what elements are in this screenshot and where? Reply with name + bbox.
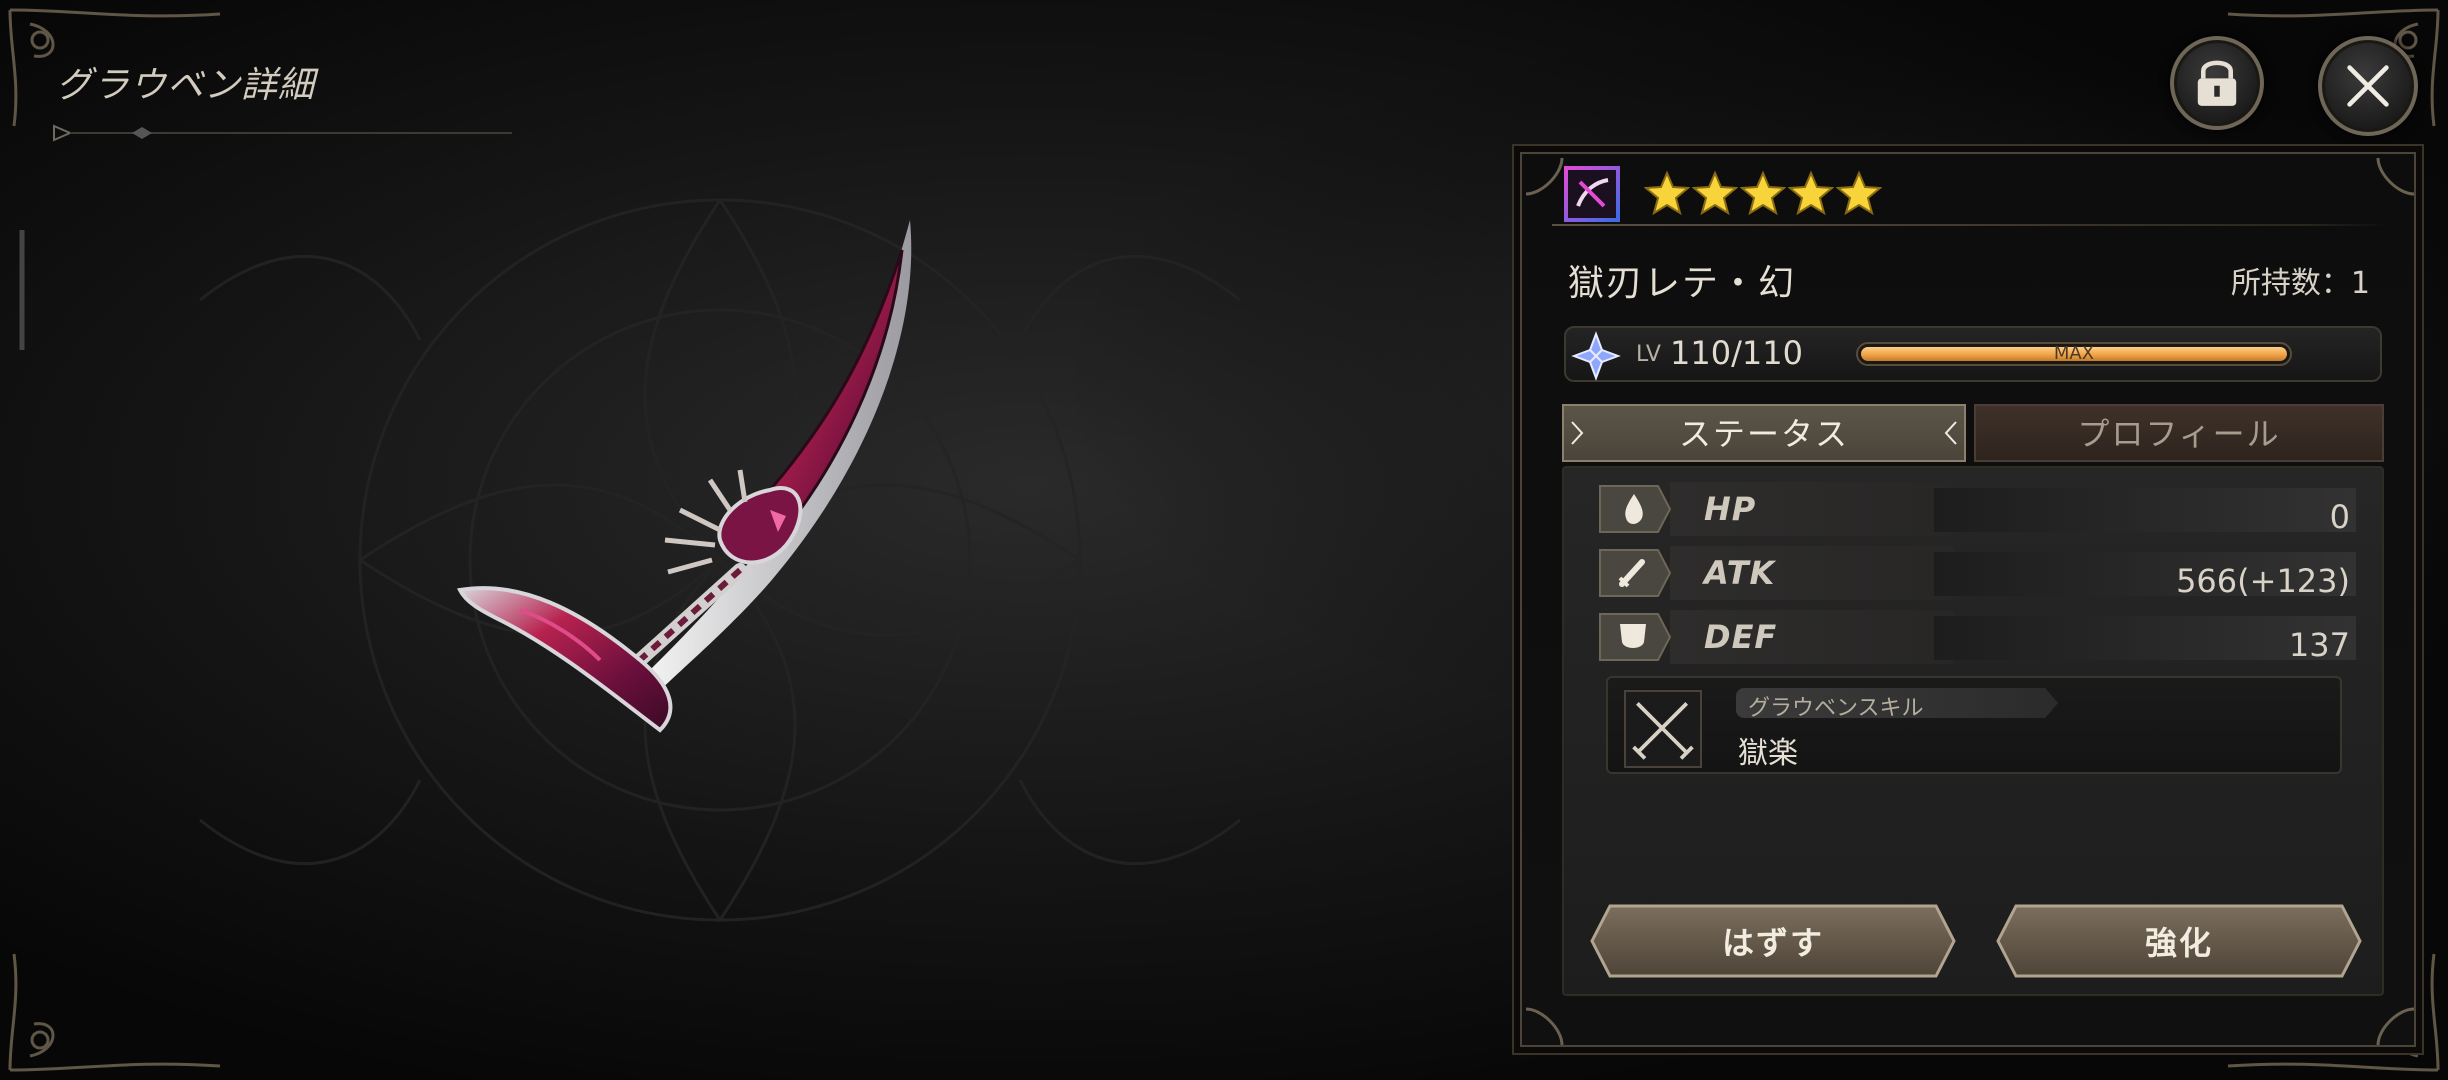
sword-icon bbox=[1599, 549, 1672, 597]
stat-value-plate: 137 bbox=[1934, 616, 2356, 664]
weapon-detail-panel: 獄刃レテ・幻 所持数：1 LV 110/110 MAX ステータス プロフィール bbox=[1520, 152, 2416, 1047]
star-icon bbox=[1692, 170, 1738, 216]
close-icon bbox=[2347, 65, 2389, 107]
level-emblem-icon bbox=[1571, 331, 1621, 381]
weapon-name: 獄刃レテ・幻 bbox=[1568, 263, 1797, 304]
stat-label-hp: HP bbox=[1704, 490, 1757, 528]
tab-status-label: ステータス bbox=[1678, 415, 1849, 453]
stat-row-hp: 0 HP bbox=[1594, 480, 2356, 536]
lock-button[interactable] bbox=[2170, 36, 2264, 130]
skill-tag-label: グラウベンスキル bbox=[1748, 696, 1924, 721]
stat-value-atk: 566(+123) bbox=[2176, 562, 2350, 600]
status-content: 0 HP 566(+123) ATK 137 DEF グラウベンスキル 獄楽 は… bbox=[1562, 466, 2384, 996]
tab-status[interactable]: ステータス bbox=[1562, 404, 1966, 462]
crossed-swords-icon bbox=[1624, 690, 1702, 768]
star-icon bbox=[1644, 170, 1690, 216]
drop-icon bbox=[1599, 485, 1672, 533]
level-bar: LV 110/110 MAX bbox=[1564, 326, 2382, 382]
stat-value-plate: 566(+123) bbox=[1934, 552, 2356, 600]
skill-tag: グラウベンスキル bbox=[1736, 688, 2058, 718]
skill-name: 獄楽 bbox=[1738, 736, 1798, 771]
tab-right-arrow-icon bbox=[1944, 421, 1957, 445]
star-icon bbox=[1788, 170, 1834, 216]
exp-progress-bar: MAX bbox=[1856, 342, 2292, 366]
star-icon bbox=[1836, 170, 1882, 216]
rarity-stars bbox=[1644, 170, 1882, 218]
owned-count: 所持数：1 bbox=[2230, 266, 2370, 301]
corner-ornament-bottom-left bbox=[8, 953, 221, 1072]
tab-profile[interactable]: プロフィール bbox=[1974, 404, 2384, 462]
enhance-button[interactable]: 強化 bbox=[1996, 904, 2362, 978]
enhance-label: 強化 bbox=[2144, 924, 2213, 962]
header-divider bbox=[1552, 224, 2388, 226]
weapon-artwork bbox=[456, 220, 912, 733]
unequip-button[interactable]: はずす bbox=[1590, 904, 1956, 978]
title-underline bbox=[53, 124, 512, 142]
level-value: 110/110 bbox=[1670, 334, 1803, 372]
exp-max-label: MAX bbox=[2053, 343, 2095, 364]
shield-icon bbox=[1599, 613, 1672, 661]
tab-left-arrow-icon bbox=[1571, 421, 1584, 445]
lock-icon bbox=[2197, 60, 2237, 106]
page-title: グラウベン詳細 bbox=[56, 65, 316, 106]
skill-card[interactable]: グラウベンスキル 獄楽 bbox=[1606, 676, 2342, 774]
crossed-blade-element-icon bbox=[1564, 166, 1620, 222]
level-prefix: LV bbox=[1636, 342, 1661, 367]
stat-value-def: 137 bbox=[2288, 626, 2350, 664]
stat-row-atk: 566(+123) ATK bbox=[1594, 544, 2356, 600]
star-icon bbox=[1740, 170, 1786, 216]
stat-label-atk: ATK bbox=[1704, 554, 1776, 592]
stat-value-hp: 0 bbox=[2329, 498, 2350, 536]
stat-label-def: DEF bbox=[1704, 618, 1778, 656]
stat-row-def: 137 DEF bbox=[1594, 608, 2356, 664]
close-button[interactable] bbox=[2318, 36, 2418, 136]
stat-value-plate: 0 bbox=[1934, 488, 2356, 536]
unequip-label: はずす bbox=[1721, 924, 1824, 962]
tab-profile-label: プロフィール bbox=[2077, 415, 2281, 453]
